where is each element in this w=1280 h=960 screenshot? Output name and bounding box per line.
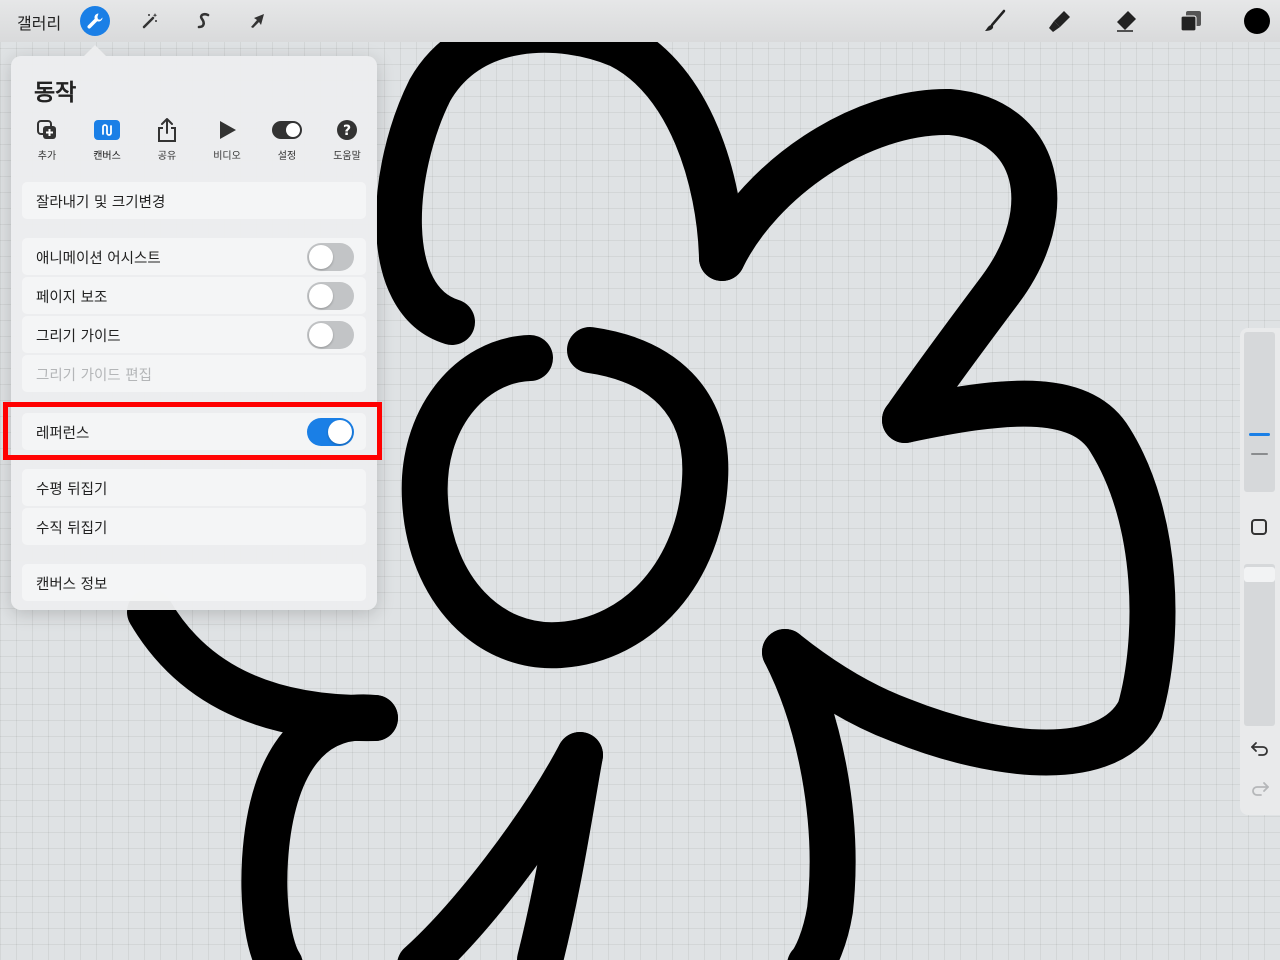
flip-horizontal-item[interactable]: 수평 뒤집기: [22, 469, 366, 506]
drawing-guide-label: 그리기 가이드: [36, 329, 121, 345]
center-ring: [401, 327, 729, 669]
tab-label: 비디오: [213, 151, 241, 162]
opacity-slider[interactable]: [1244, 564, 1275, 726]
tab-settings[interactable]: 설정: [264, 116, 310, 162]
eraser-icon[interactable]: [1111, 6, 1141, 36]
tab-add[interactable]: 추가: [24, 116, 70, 162]
canvas-info-item[interactable]: 캔버스 정보: [22, 564, 366, 601]
selection-s-icon[interactable]: [189, 6, 219, 36]
magic-wand-icon[interactable]: [135, 6, 165, 36]
opacity-handle[interactable]: [1244, 567, 1275, 582]
tab-label: 도움말: [333, 151, 361, 162]
tab-label: 공유: [157, 151, 177, 162]
petal-left: [127, 589, 398, 742]
canvas-info-label: 캔버스 정보: [36, 577, 108, 593]
crop-resize-label: 잘라내기 및 크기변경: [36, 195, 166, 211]
edit-drawing-guide-label: 그리기 가이드 편집: [36, 368, 152, 384]
brush-size-marker: [1251, 453, 1268, 455]
petal-top: [376, 6, 745, 345]
drawing-guide-item: 그리기 가이드: [22, 316, 366, 353]
tab-label: 추가: [37, 151, 57, 162]
share-icon: [144, 116, 190, 144]
tab-video[interactable]: 비디오: [204, 116, 250, 162]
toggle-knob: [309, 284, 333, 308]
page-assist-toggle[interactable]: [307, 282, 354, 310]
petal-bottom-right: [762, 629, 856, 960]
undo-icon[interactable]: [1250, 740, 1270, 762]
brush-size-handle[interactable]: [1249, 433, 1270, 436]
transform-arrow-icon[interactable]: [243, 6, 273, 36]
modify-square-icon[interactable]: [1251, 519, 1267, 535]
svg-text:?: ?: [343, 123, 351, 139]
layers-icon[interactable]: [1176, 6, 1206, 36]
gallery-button[interactable]: 갤러리: [17, 10, 61, 34]
canvas-icon: [84, 116, 130, 144]
panel-title: 동작: [34, 80, 77, 106]
panel-tabs: 추가 캔버스 공유 비디오 설정 ? 도움말: [24, 116, 369, 166]
brush-icon[interactable]: [980, 6, 1010, 36]
page-assist-item: 페이지 보조: [22, 277, 366, 314]
redo-icon[interactable]: [1250, 780, 1270, 802]
color-swatch[interactable]: [1242, 6, 1272, 36]
toggle-settings-icon: [264, 116, 310, 144]
drawing-guide-toggle[interactable]: [307, 321, 354, 349]
reference-highlight-box: [3, 402, 382, 460]
edit-drawing-guide-item: 그리기 가이드 편집: [22, 355, 366, 392]
animation-assist-item: 애니메이션 어시스트: [22, 238, 366, 275]
toggle-knob: [309, 323, 333, 347]
right-sidebar: [1240, 328, 1280, 815]
petal-top-right: [699, 88, 1058, 443]
help-icon: ?: [324, 116, 370, 144]
top-toolbar: 갤러리: [0, 0, 1280, 42]
smudge-icon[interactable]: [1045, 6, 1075, 36]
tab-help[interactable]: ? 도움말: [324, 116, 370, 162]
page-assist-label: 페이지 보조: [36, 290, 108, 306]
add-icon: [24, 116, 70, 144]
petal-right: [762, 380, 1176, 776]
panel-pointer: [84, 45, 106, 56]
tab-canvas[interactable]: 캔버스: [84, 116, 130, 162]
animation-assist-toggle[interactable]: [307, 243, 354, 271]
tab-share[interactable]: 공유: [144, 116, 190, 162]
brush-size-slider[interactable]: [1244, 332, 1275, 492]
play-icon: [204, 116, 250, 144]
animation-assist-label: 애니메이션 어시스트: [36, 251, 161, 267]
tab-label: 캔버스: [93, 151, 121, 162]
petal-left-lower: [241, 694, 398, 960]
wrench-icon[interactable]: [80, 6, 110, 36]
tab-label: 설정: [277, 151, 297, 162]
toggle-knob: [309, 245, 333, 269]
flip-horizontal-label: 수평 뒤집기: [36, 482, 108, 498]
flip-vertical-label: 수직 뒤집기: [36, 521, 108, 537]
actions-panel: 동작 추가 캔버스 공유 비디오 설정 ? 도움말 잘라내기 및 크기변경 애니…: [11, 45, 377, 610]
crop-resize-item[interactable]: 잘라내기 및 크기변경: [22, 182, 366, 219]
flip-vertical-item[interactable]: 수직 뒤집기: [22, 508, 366, 545]
